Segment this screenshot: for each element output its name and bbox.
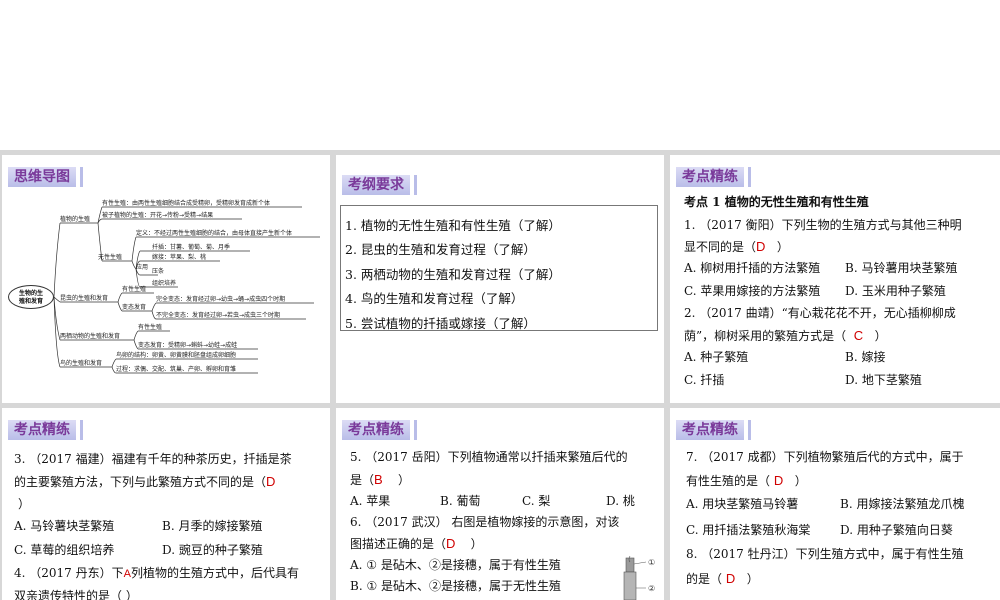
answer-mark: B	[374, 472, 383, 487]
question-8-line2: 的是（ D ）	[686, 571, 759, 586]
option-a: A. ① 是砧木、②是接穗，属于有性生殖	[350, 558, 561, 572]
question-5-line2: 是（B ）	[350, 472, 410, 487]
question-1-line1: 1. （2017 衡阳）下列生物的生殖方式与其他三种明	[684, 218, 962, 232]
option-d: D. 桃	[606, 494, 635, 508]
question-4-line1: 4. （2017 丹东）下A列植物的生殖方式中，后代具有	[14, 566, 299, 580]
requirement-item: 5. 尝试植物的扦插或嫁接（了解）	[345, 316, 536, 331]
mm-graft: 嫁接：苹果、梨、桃	[152, 254, 207, 261]
option-d: D. 地下茎繁殖	[845, 373, 922, 387]
question-6-line2: 图描述正确的是（D ）	[350, 536, 483, 551]
option-b: B. ① 是砧木、②是接穗，属于无性生殖	[350, 579, 562, 593]
mm-apply: 应用	[136, 264, 149, 271]
mm-cut: 扦插：甘薯、葡萄、菊、月季	[152, 244, 231, 251]
mm-process: 过程：求偶、交配、筑巢、产卵、孵卵和育雏	[116, 366, 237, 373]
option-a: A. 种子繁殖	[684, 350, 749, 364]
mm-def: 定义：不经过两性生殖细胞的结合，由母体直接产生新个体	[136, 230, 293, 237]
requirements-box: 1. 植物的无性生殖和有性生殖（了解） 2. 昆虫的生殖和发育过程（了解） 3.…	[340, 205, 658, 331]
question-5-line1: 5. （2017 岳阳）下列植物通常以扦插来繁殖后代的	[350, 450, 628, 464]
answer-mark: A	[123, 568, 131, 580]
mind-map-lines	[53, 206, 320, 374]
option-a: A. 苹果	[350, 494, 391, 508]
mm-amph-sex: 有性生殖	[138, 324, 163, 331]
mm-layer: 压条	[152, 268, 165, 275]
mind-map-root: 生物的生 殖和发育	[8, 285, 54, 309]
mm-amphibian: 两栖动物的生殖和发育	[60, 333, 121, 340]
answer-mark: C	[853, 328, 864, 343]
slide-exercises-2[interactable]: 考点精练 3. （2017 福建）福建有千年的种茶历史，扦插是茶 的主要繁殖方法…	[2, 408, 330, 600]
question-2-line1: 2. （2017 曲靖）“有心栽花花不开，无心插柳柳成	[684, 306, 956, 320]
mm-insect: 昆虫的生殖和发育	[60, 295, 109, 302]
slide-mind-map[interactable]: 思维导图 生物的生 殖和发育 植物的生殖 有性生殖：由两性生殖细胞结合成受精卵，…	[2, 155, 330, 403]
mm-seed: 被子植物的生殖：开花→传粉→受精→结果	[102, 212, 214, 219]
option-d: D. 豌豆的种子繁殖	[162, 543, 263, 557]
question-2-line2: 荫”，柳树采用的繁殖方式是（ C ）	[684, 328, 887, 343]
option-c: C. 扦插	[684, 373, 725, 387]
slide-tag: 考点精练	[676, 420, 748, 440]
topic-heading: 考点 1 植物的无性生殖和有性生殖	[684, 195, 869, 209]
slide-syllabus[interactable]: 考纲要求 1. 植物的无性生殖和有性生殖（了解） 2. 昆虫的生殖和发育过程（了…	[336, 155, 664, 403]
requirement-item: 2. 昆虫的生殖和发育过程（了解）	[345, 242, 536, 257]
figure-label-1: ①	[648, 558, 655, 567]
mind-map-root-line2: 殖和发育	[18, 298, 43, 305]
slide-exercises-1[interactable]: 考点精练 考点 1 植物的无性生殖和有性生殖 1. （2017 衡阳）下列生物的…	[670, 155, 1000, 403]
option-a: A. 马铃薯块茎繁殖	[14, 519, 115, 533]
answer-mark: D	[266, 474, 276, 489]
answer-mark: D	[725, 571, 736, 586]
option-b: B. 葡萄	[440, 494, 481, 508]
question-3-line1: 3. （2017 福建）福建有千年的种茶历史，扦插是茶	[14, 452, 292, 466]
option-c: C. 用扦插法繁殖秋海棠	[686, 523, 811, 537]
mm-insect-sex: 有性生殖	[122, 286, 147, 293]
mm-sexual: 有性生殖：由两性生殖细胞结合成受精卵，受精卵发育成新个体	[102, 200, 271, 207]
question-1-line2: 显不同的是（D ）	[684, 239, 789, 254]
mm-egg: 鸟卵的结构：卵黄、卵黄膜和胚盘组成卵细胞	[116, 352, 237, 359]
option-a: A. 用块茎繁殖马铃薯	[686, 497, 799, 511]
mm-complete: 完全变态：发育经过卵→幼虫→蛹→成虫四个时期	[156, 296, 286, 303]
option-b: B. 嫁接	[845, 350, 886, 364]
option-b: B. 月季的嫁接繁殖	[162, 519, 263, 533]
answer-mark: D	[446, 536, 456, 551]
mm-plant: 植物的生殖	[60, 216, 91, 223]
option-b: B. 马铃薯用块茎繁殖	[845, 261, 958, 275]
requirement-item: 3. 两栖动物的生殖和发育过程（了解）	[345, 267, 561, 282]
option-a: A. 柳树用扦插的方法繁殖	[684, 261, 821, 275]
slide-exercises-3[interactable]: 考点精练 5. （2017 岳阳）下列植物通常以扦插来繁殖后代的 是（B ） A…	[336, 408, 664, 600]
option-d: D. 用种子繁殖向日葵	[840, 523, 953, 537]
top-blank-area	[0, 0, 1000, 150]
slide-tag: 考点精练	[342, 420, 414, 440]
slide-tag: 思维导图	[8, 167, 80, 187]
answer-mark: D	[756, 239, 766, 254]
question-3-line2: 的主要繁殖方法，下列与此繁殖方式不同的是（D	[14, 474, 276, 489]
requirement-item: 4. 鸟的生殖和发育过程（了解）	[345, 291, 524, 306]
grafting-figure-icon: ① ②	[623, 555, 655, 600]
option-c: C. 苹果用嫁接的方法繁殖	[684, 284, 821, 298]
question-8-line1: 8. （2017 牡丹江）下列生殖方式中，属于有性生殖	[686, 547, 964, 561]
mind-map-root-line1: 生物的生	[18, 290, 43, 297]
mm-amph-meta: 变态发育：受精卵→蝌蚪→幼蛙→成蛙	[138, 342, 238, 349]
question-7-line2: 有性生殖的是（ D ）	[686, 473, 807, 488]
mm-incomplete: 不完全变态：发育经过卵→若虫→成虫三个时期	[156, 312, 281, 319]
option-d: D. 玉米用种子繁殖	[845, 284, 946, 298]
option-c: C. 梨	[522, 494, 551, 508]
slide-tag: 考纲要求	[342, 175, 414, 195]
option-c: C. 草莓的组织培养	[14, 543, 115, 557]
figure-label-2: ②	[648, 584, 655, 593]
slide-exercises-4[interactable]: 考点精练 7. （2017 成都）下列植物繁殖后代的方式中，属于 有性生殖的是（…	[670, 408, 1000, 600]
mm-meta: 变态发育	[122, 304, 147, 311]
question-6-line1: 6. （2017 武汉） 右图是植物嫁接的示意图，对该	[350, 515, 620, 529]
question-4-line2: 双亲遗传特性的是（ ）	[14, 589, 138, 600]
question-7-line1: 7. （2017 成都）下列植物繁殖后代的方式中，属于	[686, 450, 964, 464]
option-b: B. 用嫁接法繁殖龙爪槐	[840, 497, 965, 511]
mm-tissue: 组织培养	[152, 280, 177, 287]
slide-tag: 考点精练	[676, 167, 748, 187]
slide-tag: 考点精练	[8, 420, 80, 440]
question-3-close: ）	[18, 497, 31, 511]
answer-mark: D	[773, 473, 784, 488]
mm-asexual: 无性生殖	[98, 254, 123, 261]
mm-bird: 鸟的生殖和发育	[60, 360, 103, 367]
requirement-item: 1. 植物的无性生殖和有性生殖（了解）	[345, 218, 561, 233]
